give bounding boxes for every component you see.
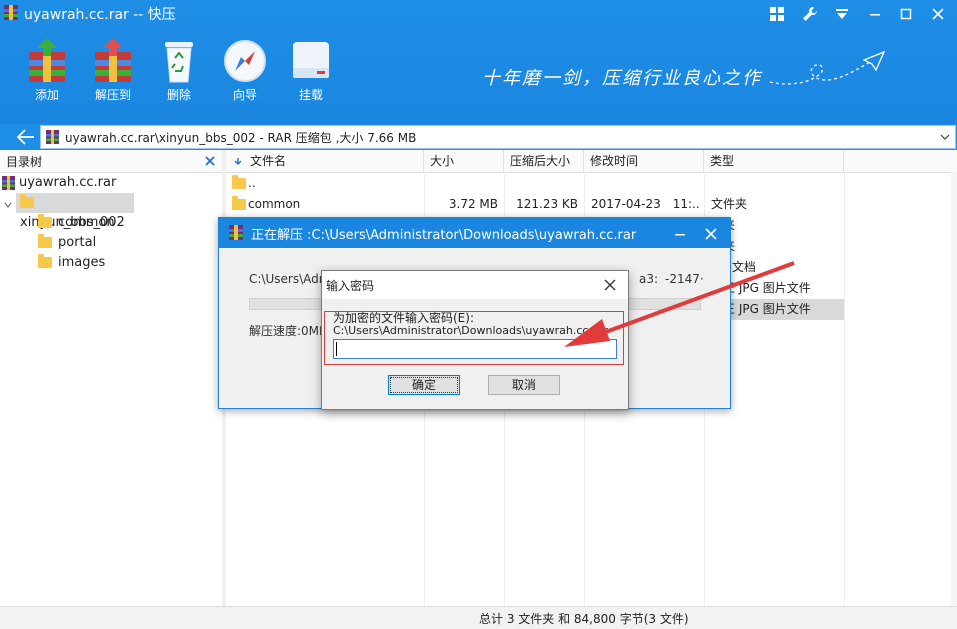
back-arrow-icon[interactable]	[14, 126, 38, 148]
chevron-expanded-icon[interactable]	[4, 198, 12, 212]
ok-label: 确定	[411, 378, 436, 392]
cancel-label: 取消	[511, 378, 536, 392]
slogan-text: 十年磨一剑，压缩行业良心之作	[482, 68, 762, 89]
column-label: 类型	[710, 154, 735, 168]
sort-down-icon	[234, 158, 242, 165]
delete-button[interactable]: 删除	[148, 38, 210, 103]
tree-item-label: uyawrah.cc.rar	[19, 175, 117, 190]
tree-item-images[interactable]: images	[38, 253, 105, 273]
wizard-button[interactable]: 向导	[214, 38, 276, 103]
current-file-text: C:\Users\Adı	[249, 272, 323, 286]
extract-to-button[interactable]: 解压到	[82, 38, 144, 103]
maximize-button[interactable]	[892, 2, 920, 26]
drive-icon	[287, 38, 335, 84]
extract-archive-icon	[89, 38, 137, 84]
tree-item-label: common	[58, 215, 115, 230]
minimize-button[interactable]	[861, 2, 889, 26]
annotation-arrow-icon	[564, 261, 795, 347]
delete-label: 删除	[166, 88, 191, 102]
table-row[interactable]: common 3.72 MB 121.23 KB 2017-04-23 11:.…	[226, 194, 844, 215]
recycle-bin-icon	[155, 38, 203, 84]
chevron-down-icon[interactable]	[940, 134, 950, 140]
folder-icon	[38, 254, 52, 268]
app-logo-icon	[229, 225, 243, 240]
column-label: 修改时间	[590, 154, 639, 168]
mount-label: 挂载	[298, 88, 323, 102]
add-label: 添加	[34, 88, 59, 102]
file-list-header: 文件名 大小 压缩后大小 修改时间 类型	[226, 150, 957, 173]
tree-header-label: 目录树	[6, 155, 43, 169]
add-archive-icon	[23, 38, 71, 84]
column-header-name[interactable]: 文件名	[226, 150, 424, 172]
status-bar: 总计 3 文件夹 和 84,800 字节(3 文件)	[0, 606, 957, 629]
folder-icon	[38, 234, 52, 248]
minimize-button[interactable]	[674, 222, 694, 242]
file-name: common	[248, 197, 301, 211]
close-button[interactable]	[924, 2, 952, 26]
file-packed-size: 121.23 KB	[516, 197, 578, 211]
compass-icon	[221, 38, 269, 84]
app-logo-icon	[4, 5, 18, 20]
paper-plane-decoration-icon	[769, 50, 886, 85]
status-text: 总计 3 文件夹 和 84,800 字节(3 文件)	[479, 612, 689, 626]
ok-button[interactable]: 确定	[388, 375, 460, 395]
column-header-type[interactable]: 类型	[704, 150, 844, 172]
file-type: 文件夹	[711, 197, 748, 211]
settings-wrench-icon[interactable]	[796, 2, 824, 26]
wizard-label: 向导	[232, 88, 257, 102]
directory-tree-panel: 目录树 uyawrah.cc.rar xinyun_bbs_002 common…	[0, 150, 223, 606]
window-title: uyawrah.cc.rar -- 快压	[24, 7, 176, 23]
dropdown-menu-icon[interactable]	[828, 2, 856, 26]
add-button[interactable]: 添加	[16, 38, 78, 103]
column-label: 大小	[430, 154, 455, 168]
dialog-title: 正在解压 :C:\Users\Administrator\Downloads\u…	[251, 228, 637, 243]
column-label: 压缩后大小	[510, 154, 571, 168]
tree-item-selected[interactable]: xinyun_bbs_002	[16, 193, 134, 230]
column-label: 文件名	[250, 154, 287, 168]
tree-item-label: portal	[58, 235, 97, 250]
extract-to-label: 解压到	[94, 88, 131, 102]
address-path-field[interactable]: uyawrah.cc.rar\xinyun_bbs_002 - RAR 压缩包 …	[40, 125, 956, 149]
cancel-button[interactable]: 取消	[488, 375, 560, 395]
grid-view-icon[interactable]	[763, 2, 791, 26]
folder-icon	[38, 214, 52, 228]
text-cursor	[336, 342, 337, 356]
table-row[interactable]: ..	[226, 173, 844, 194]
vertical-scrollbar[interactable]	[951, 172, 957, 606]
column-header-modified[interactable]: 修改时间	[584, 150, 704, 172]
tree-item-common[interactable]: common	[38, 213, 115, 233]
close-button[interactable]	[705, 222, 725, 242]
folder-icon	[20, 194, 34, 208]
file-modified: 2017-04-23 11:...	[591, 197, 699, 211]
mount-button[interactable]: 挂载	[280, 38, 342, 103]
file-size: 3.72 MB	[448, 197, 498, 211]
tree-item-root[interactable]: uyawrah.cc.rar	[2, 173, 116, 193]
address-path-text: uyawrah.cc.rar\xinyun_bbs_002 - RAR 压缩包 …	[65, 131, 417, 145]
column-header-packed[interactable]: 压缩后大小	[504, 150, 584, 172]
column-header-size[interactable]: 大小	[424, 150, 504, 172]
tree-header: 目录树	[0, 150, 222, 173]
rar-archive-icon	[46, 130, 59, 144]
column-divider	[844, 172, 845, 606]
extract-speed-text: 解压速度:0MI	[249, 324, 323, 338]
rar-archive-icon	[2, 175, 15, 190]
close-icon[interactable]	[205, 156, 215, 166]
dialog-title: 输入密码	[326, 279, 375, 293]
file-name: ..	[248, 176, 256, 190]
tree-item-portal[interactable]: portal	[38, 233, 96, 253]
tree-item-label: images	[58, 255, 106, 270]
